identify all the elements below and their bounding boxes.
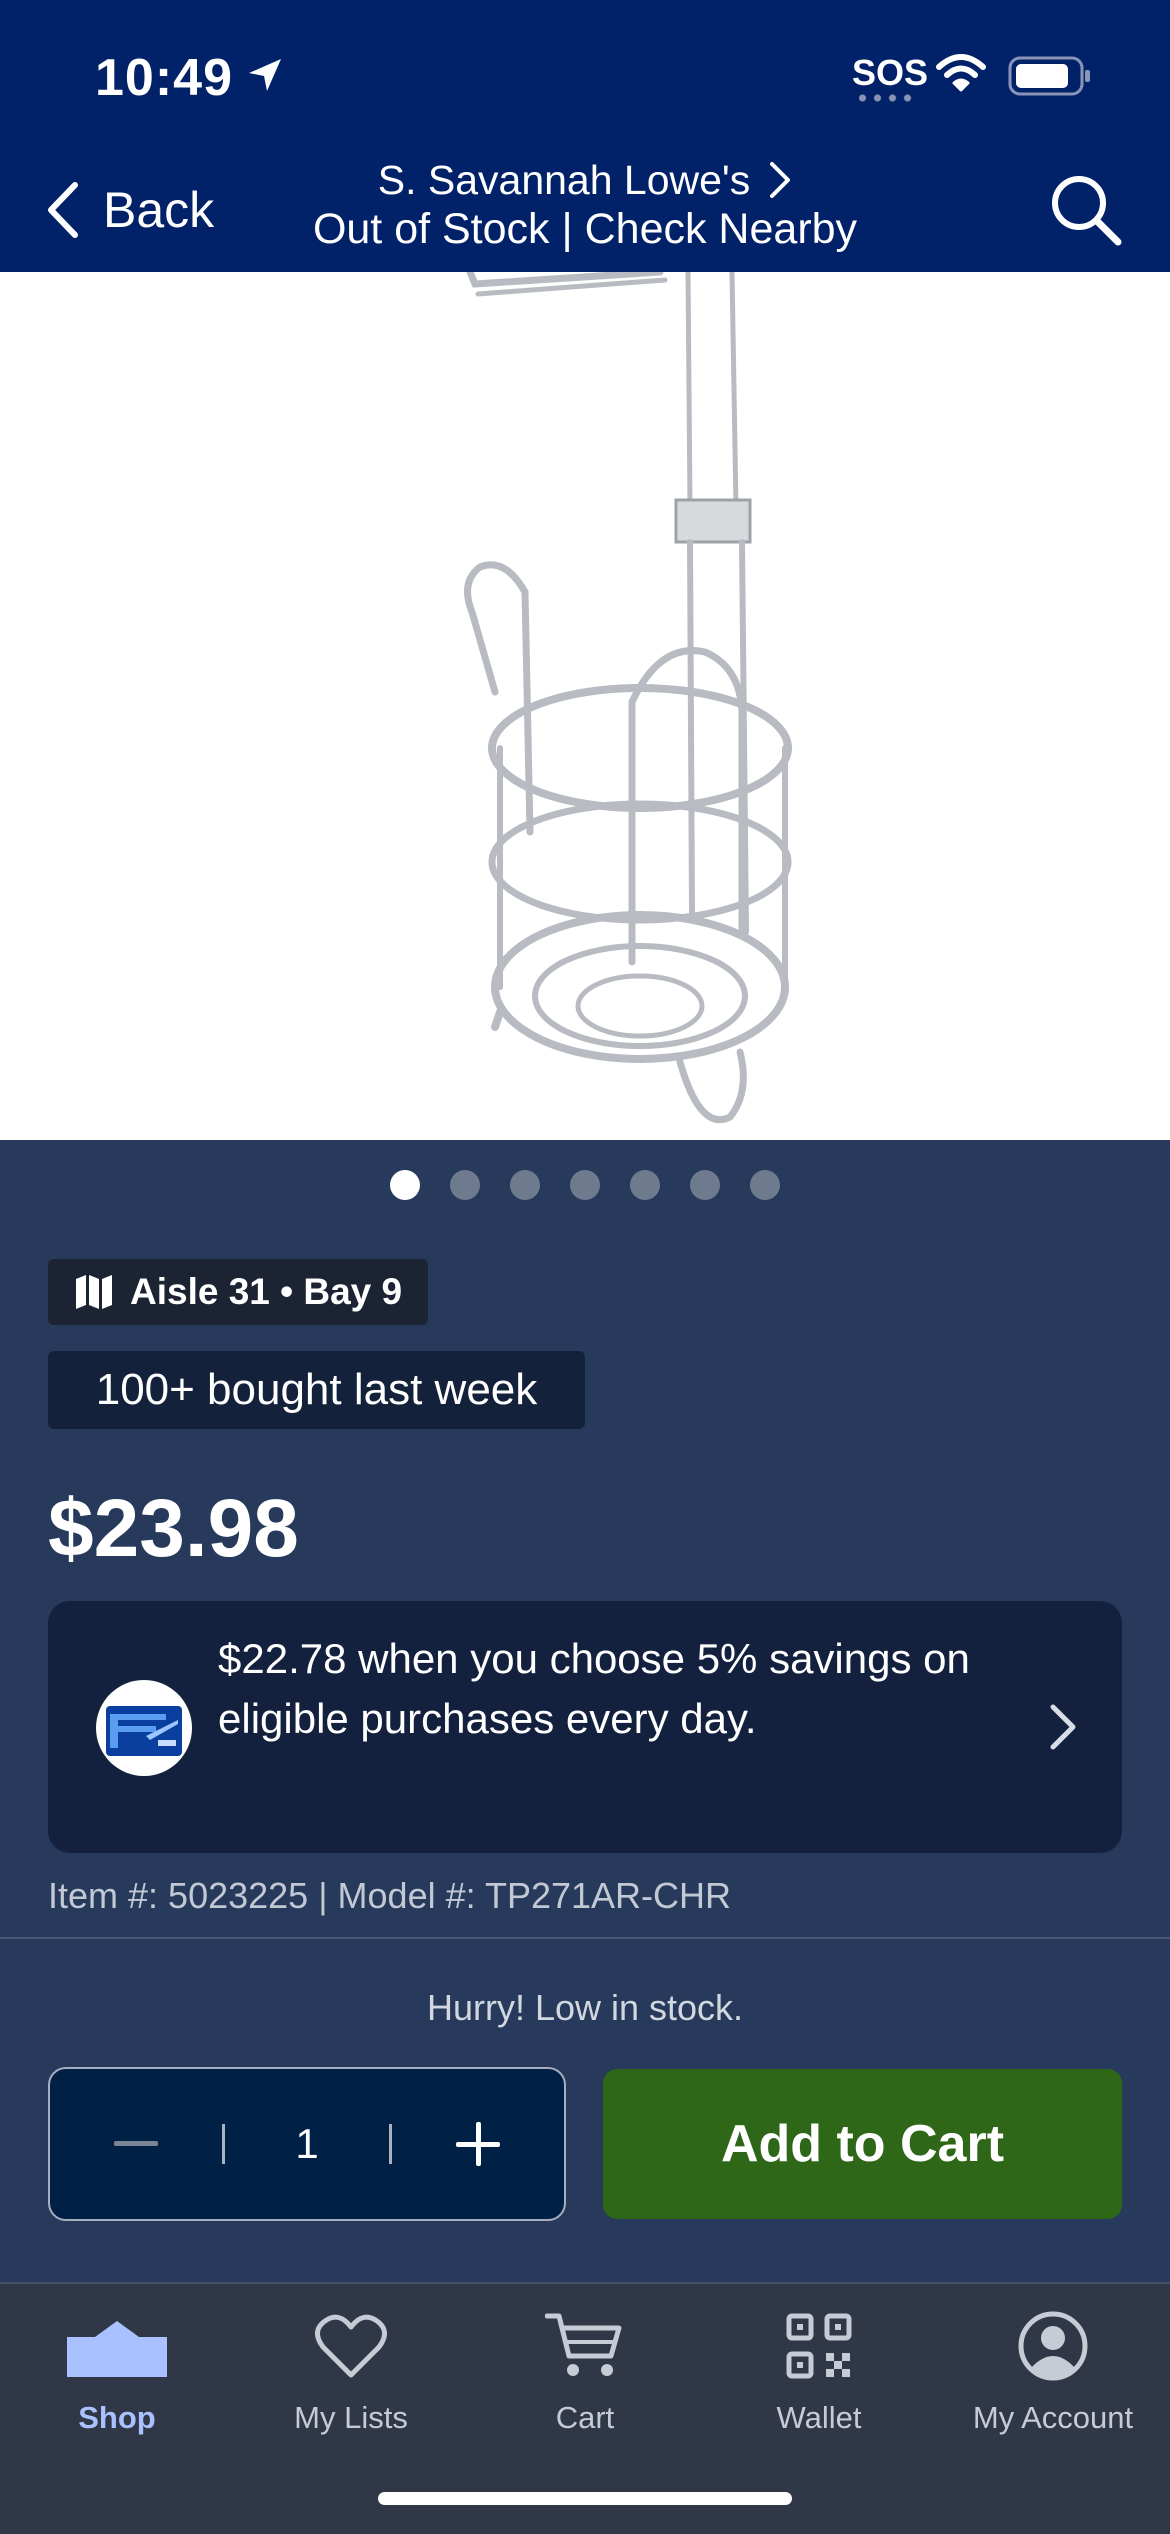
carousel-dot[interactable] [570,1170,600,1200]
minus-icon [114,2141,158,2146]
tab-label: Cart [555,2400,615,2435]
tab-my-account[interactable]: My Account [936,2284,1170,2454]
store-selector[interactable]: S. Savannah Lowe's Out of Stock | Check … [250,156,920,254]
tab-label: My Account [972,2400,1134,2435]
add-to-cart-button[interactable]: Add to Cart [603,2069,1122,2219]
aisle-location-badge[interactable]: Aisle 31 • Bay 9 [48,1259,429,1325]
credit-card-savings-offer[interactable]: $22.78 when you choose 5% savings on eli… [48,1601,1122,1853]
back-label: Back [103,182,215,238]
store-name: S. Savannah Lowe's [377,157,751,203]
bought-count-badge: 100+ bought last week [48,1351,585,1429]
lowes-card-logo [96,1680,192,1776]
account-icon [1018,2311,1088,2381]
image-carousel-dots[interactable] [0,1170,1170,1200]
carousel-dot[interactable] [510,1170,540,1200]
tab-label: Shop [78,2400,156,2435]
store-stock-status: Out of Stock | Check Nearby [312,205,858,253]
product-image[interactable] [0,272,1170,1140]
location-arrow-icon [249,59,281,91]
plus-icon [456,2122,500,2166]
tab-label: My Lists [294,2400,408,2435]
home-indicator[interactable] [378,2492,792,2505]
chevron-right-icon [1050,1704,1076,1750]
aisle-text: Aisle 31 • Bay 9 [130,1271,403,1312]
carousel-dot[interactable] [690,1170,720,1200]
product-price: $23.98 [48,1483,299,1574]
signal-dots [855,94,915,102]
chevron-right-icon [770,162,791,198]
decrease-quantity-button[interactable] [50,2069,222,2219]
quantity-stepper[interactable]: 1 [48,2067,566,2221]
quantity-value[interactable]: 1 [225,2120,389,2168]
qr-code-icon [786,2313,852,2379]
carousel-dot[interactable] [630,1170,660,1200]
item-model-number: Item #: 5023225 | Model #: TP271AR-CHR [48,1875,732,1916]
search-icon[interactable] [1048,172,1124,248]
tab-my-lists[interactable]: My Lists [234,2284,468,2454]
carousel-dot[interactable] [450,1170,480,1200]
tab-cart[interactable]: Cart [468,2284,702,2454]
chevron-left-icon [48,182,78,238]
carousel-dot[interactable] [750,1170,780,1200]
battery-icon [1008,56,1090,96]
tab-label: Wallet [776,2400,862,2435]
cart-icon [545,2313,622,2376]
bought-count-text: 100+ bought last week [95,1365,538,1414]
savings-offer-text: $22.78 when you choose 5% savings on eli… [218,1635,970,1742]
sos-indicator: SOS [852,52,929,93]
tab-shop[interactable]: Shop [0,2284,234,2454]
wifi-icon [936,54,986,92]
shop-icon [67,2321,167,2377]
heart-icon [315,2314,387,2378]
divider [0,1937,1170,1939]
low-stock-message: Hurry! Low in stock. [426,1987,744,2028]
toilet-paper-holder-image [464,272,792,1124]
carousel-dot[interactable] [390,1170,420,1200]
back-button[interactable]: Back [45,170,214,250]
map-icon [76,1275,112,1309]
status-time: 10:49 [95,49,233,107]
increase-quantity-button[interactable] [392,2069,564,2219]
tab-wallet[interactable]: Wallet [702,2284,936,2454]
